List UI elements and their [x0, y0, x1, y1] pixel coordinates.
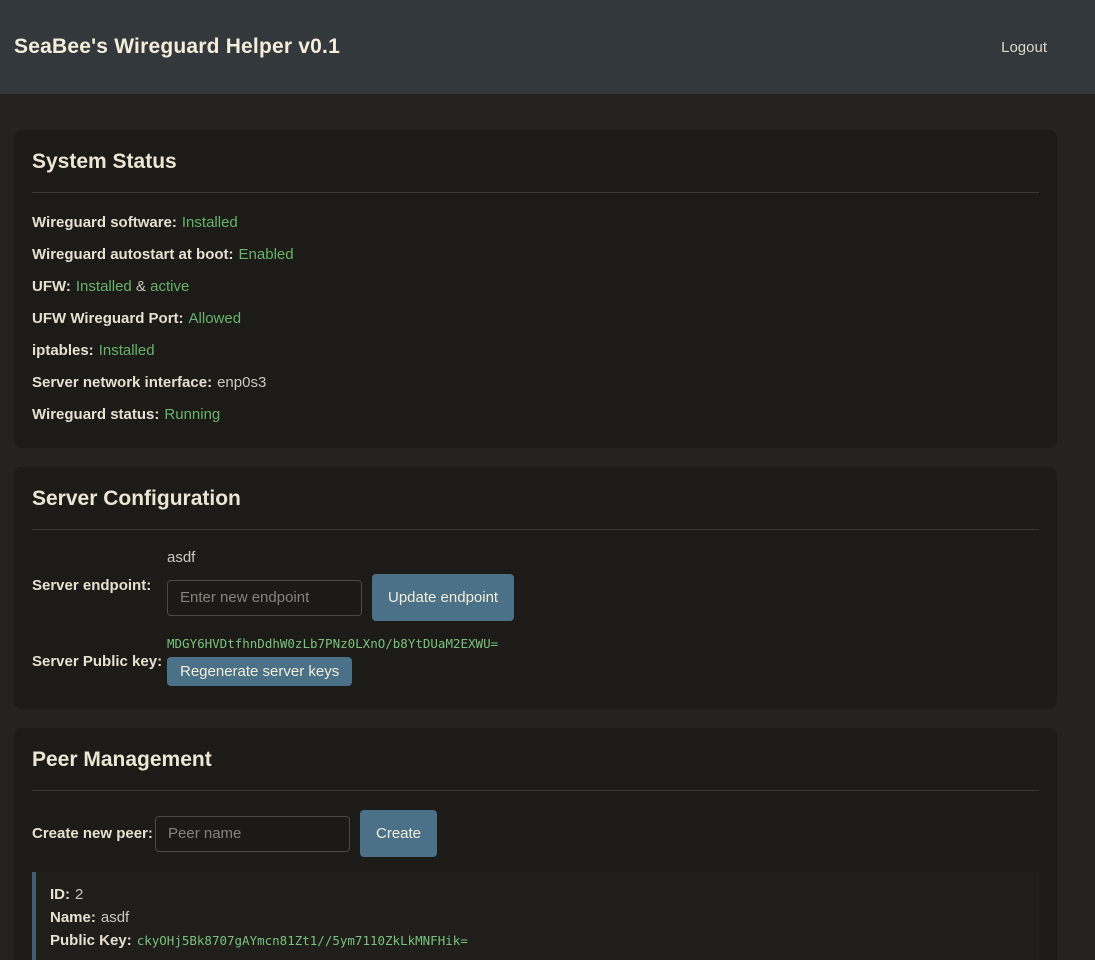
system-status-card: System Status Wireguard software: Install…: [14, 130, 1057, 448]
server-public-key-value: MDGY6HVDtfhnDdhW0zLb7PNz0LXnO/b8YtDUaM2E…: [167, 636, 498, 651]
server-endpoint-label: Server endpoint:: [32, 577, 167, 594]
peer-public-key-value: ckyOHj5Bk8707gAYmcn81Zt1//5ym7110ZkLkMNF…: [137, 933, 468, 948]
status-value: Allowed: [189, 310, 242, 327]
peer-public-key-line: Public Key: ckyOHj5Bk8707gAYmcn81Zt1//5ym…: [50, 929, 1025, 952]
status-value: Installed: [182, 214, 238, 231]
peer-name-value: asdf: [101, 909, 129, 926]
status-label: Wireguard status:: [32, 406, 159, 423]
regenerate-server-keys-button[interactable]: Regenerate server keys: [167, 657, 352, 686]
create-peer-input-group: Create: [155, 810, 437, 857]
status-value: Running: [164, 406, 220, 423]
server-endpoint-row: Server endpoint: asdf Update endpoint: [32, 549, 1039, 621]
status-label: Wireguard software:: [32, 214, 177, 231]
server-config-title: Server Configuration: [32, 485, 1039, 513]
peer-id-value: 2: [75, 886, 83, 903]
endpoint-input[interactable]: [167, 580, 362, 616]
server-public-key-label: Server Public key:: [32, 653, 167, 670]
server-public-key-content: MDGY6HVDtfhnDdhW0zLb7PNz0LXnO/b8YtDUaM2E…: [167, 636, 498, 686]
system-status-title: System Status: [32, 148, 1039, 176]
status-value: enp0s3: [217, 374, 266, 391]
create-peer-row: Create new peer: Create: [32, 810, 1039, 857]
status-label: UFW:: [32, 278, 71, 295]
status-label: Server network interface:: [32, 374, 212, 391]
server-endpoint-content: asdf Update endpoint: [167, 549, 514, 621]
peer-name-input[interactable]: [155, 816, 350, 852]
divider: [32, 529, 1039, 530]
logout-link[interactable]: Logout: [993, 31, 1055, 64]
status-line-network-interface: Server network interface: enp0s3: [32, 372, 1039, 393]
status-value: Installed: [76, 278, 132, 295]
server-endpoint-input-group: Update endpoint: [167, 574, 514, 621]
server-config-card: Server Configuration Server endpoint: as…: [14, 467, 1057, 709]
main-content: System Status Wireguard software: Install…: [14, 130, 1057, 960]
status-line-ufw: UFW: Installed & active: [32, 276, 1039, 297]
status-value-secondary: active: [150, 278, 189, 295]
peer-name-label: Name:: [50, 909, 96, 926]
status-line-autostart: Wireguard autostart at boot: Enabled: [32, 244, 1039, 265]
status-label: iptables:: [32, 342, 94, 359]
status-list: Wireguard software: Installed Wireguard a…: [32, 212, 1039, 425]
create-peer-button[interactable]: Create: [360, 810, 437, 857]
peer-id-line: ID: 2: [50, 883, 1025, 906]
peer-management-card: Peer Management Create new peer: Create …: [14, 728, 1057, 960]
peer-id-label: ID:: [50, 886, 70, 903]
peer-item: ID: 2 Name: asdf Public Key: ckyOHj5Bk8707g…: [32, 872, 1039, 960]
divider: [32, 790, 1039, 791]
status-value: Installed: [99, 342, 155, 359]
status-label: UFW Wireguard Port:: [32, 310, 184, 327]
status-label: Wireguard autostart at boot:: [32, 246, 234, 263]
status-separator: &: [132, 278, 150, 295]
status-line-wireguard-status: Wireguard status: Running: [32, 404, 1039, 425]
status-line-iptables: iptables: Installed: [32, 340, 1039, 361]
status-line-ufw-port: UFW Wireguard Port: Allowed: [32, 308, 1039, 329]
divider: [32, 192, 1039, 193]
server-endpoint-current-value: asdf: [167, 549, 514, 566]
app-title: SeaBee's Wireguard Helper v0.1: [14, 35, 340, 59]
peer-name-line: Name: asdf: [50, 906, 1025, 929]
peer-management-title: Peer Management: [32, 746, 1039, 774]
app-header: SeaBee's Wireguard Helper v0.1 Logout: [0, 0, 1095, 94]
create-peer-label: Create new peer:: [32, 825, 155, 842]
server-public-key-row: Server Public key: MDGY6HVDtfhnDdhW0zLb7…: [32, 636, 1039, 686]
status-line-wireguard-software: Wireguard software: Installed: [32, 212, 1039, 233]
peer-public-key-label: Public Key:: [50, 932, 132, 949]
update-endpoint-button[interactable]: Update endpoint: [372, 574, 514, 621]
status-value: Enabled: [239, 246, 294, 263]
